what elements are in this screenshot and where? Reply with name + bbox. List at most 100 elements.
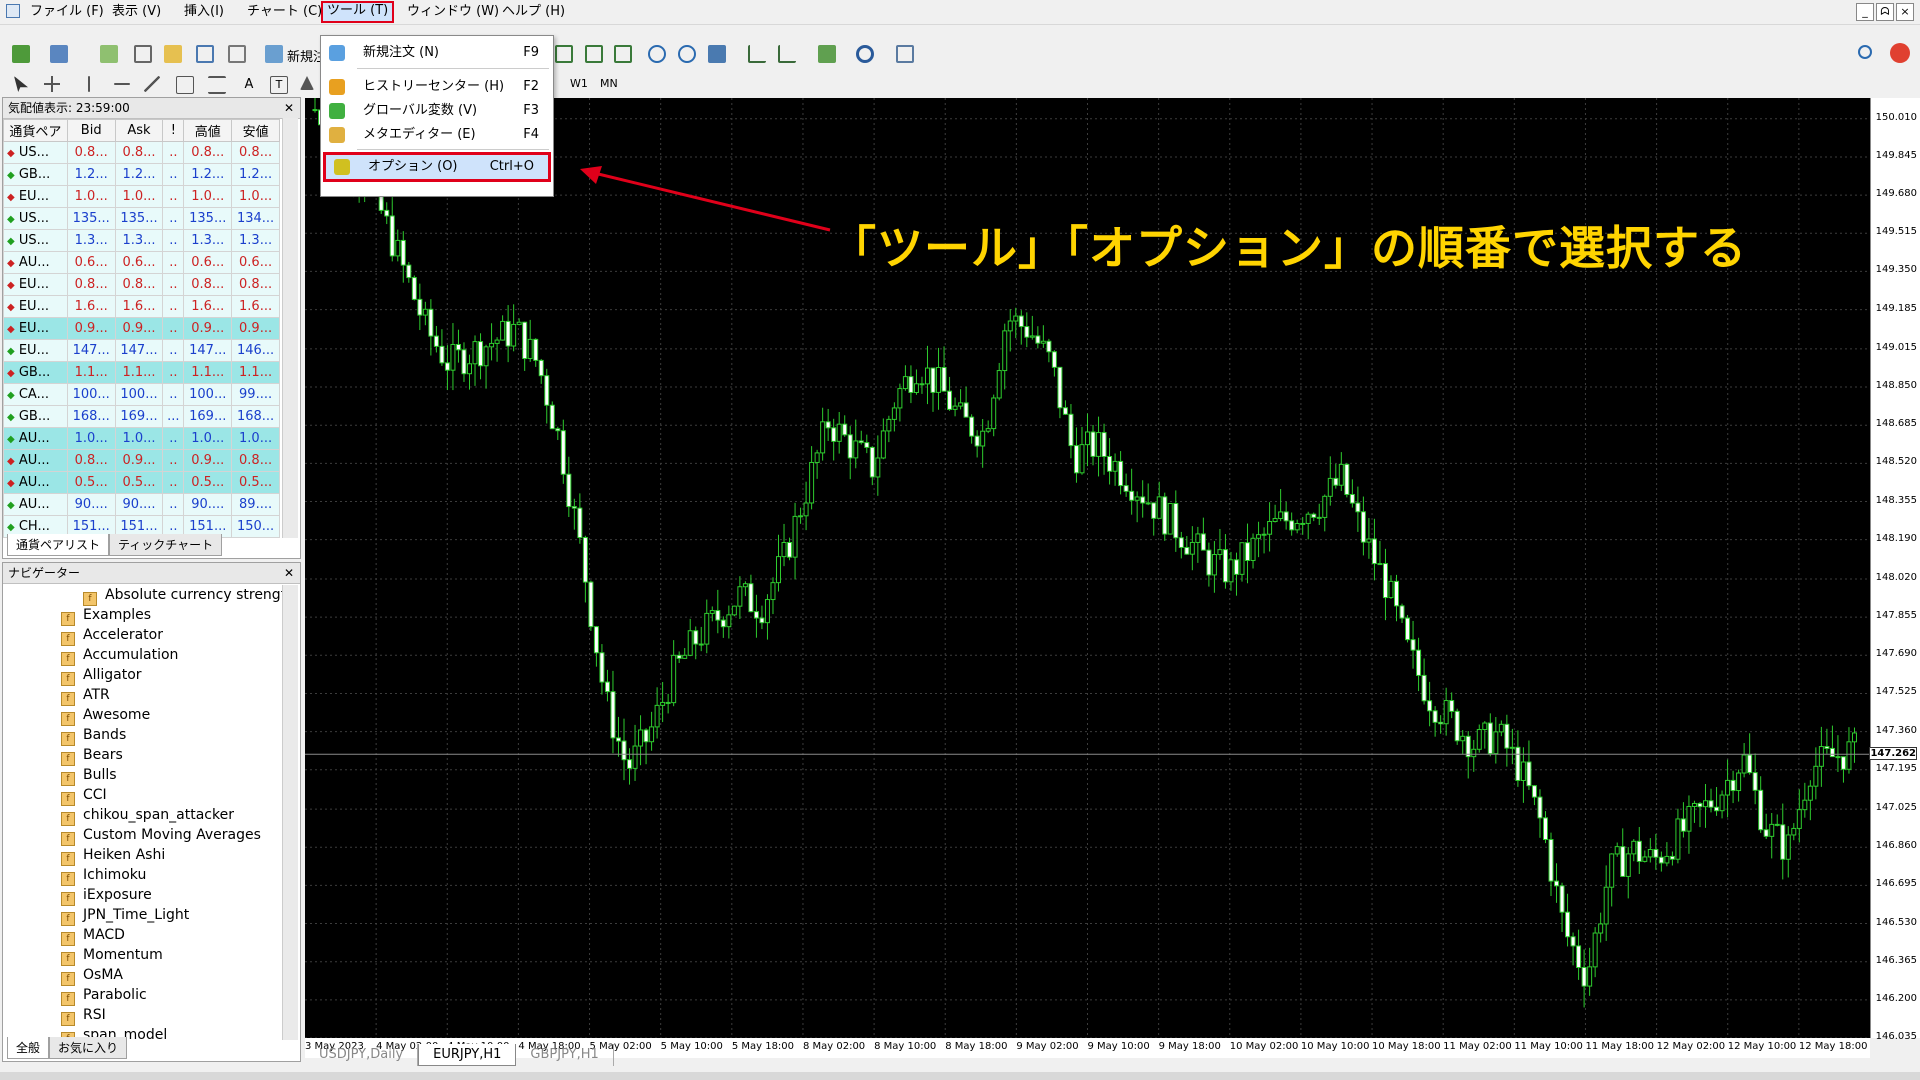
menu-option[interactable]: グローバル変数 (V) F3 [321,99,553,123]
menu-view[interactable]: 表示 (V) [108,3,165,21]
navigator-item[interactable]: f Momentum [61,945,163,966]
terminal-icon[interactable] [196,45,214,63]
navigator-item[interactable]: f MACD [61,925,125,946]
menu-tools[interactable]: ツール (T) [321,1,395,23]
col-low[interactable]: 安値 [231,119,280,142]
navigator-item[interactable]: f Awesome [61,705,150,726]
table-row[interactable]: ◆ AU... 0.8... 0.9..... 0.9... 0.8... [3,449,280,472]
table-row[interactable]: ◆ AU... 90.... 90...... 90.... 89.... [3,493,280,516]
timeframe-w1[interactable]: W1 [570,77,588,90]
navigator-item[interactable]: f Parabolic [61,985,147,1006]
col-ask[interactable]: Ask [114,119,164,142]
tab-favorites[interactable]: お気に入り [49,1037,128,1059]
table-row[interactable]: ◆ AU... 1.0... 1.0..... 1.0... 1.0... [3,427,280,450]
table-row[interactable]: ◆ EU... 0.8... 0.8..... 0.8... 0.8... [3,273,280,296]
menu-option[interactable]: オプション (O) Ctrl+O [323,152,551,182]
close-icon[interactable]: ✕ [284,98,294,118]
col-high[interactable]: 高値 [183,119,233,142]
templates-icon[interactable] [896,45,914,63]
table-row[interactable]: ◆ US... 1.3... 1.3..... 1.3... 1.3... [3,229,280,252]
table-row[interactable]: ◆ US... 135... 135..... 135... 134... [3,207,280,230]
table-row[interactable]: ◆ CA... 100... 100..... 100... 99.... [3,383,280,406]
table-row[interactable]: ◆ AU... 0.5... 0.5..... 0.5... 0.5... [3,471,280,494]
menu-option[interactable]: 新規注文 (N) F9 [321,41,553,65]
notifications-icon[interactable] [1890,43,1910,63]
restore-button[interactable]: ᗣ [1876,3,1894,21]
menu-option[interactable]: ヒストリーセンター (H) F2 [321,75,553,99]
col-bid[interactable]: Bid [66,119,116,142]
navigator-item[interactable]: f Bulls [61,765,117,786]
market-watch-scrollbar[interactable] [282,118,298,538]
new-order-icon[interactable] [265,45,283,63]
arrows-icon[interactable] [300,76,314,90]
navigator-item[interactable]: f Custom Moving Averages [61,825,261,846]
col-symbol[interactable]: 通貨ペア [3,119,68,142]
menu-chart[interactable]: チャート (C) [243,3,326,21]
table-row[interactable]: ◆ GB... 1.1... 1.1..... 1.1... 1.1... [3,361,280,384]
navigator-item[interactable]: f JPN_Time_Light [61,905,189,926]
channel-icon[interactable] [176,76,194,94]
navigator-item[interactable]: f Heiken Ashi [61,845,165,866]
navigator-item[interactable]: f iExposure [61,885,152,906]
fibonacci-icon[interactable] [208,76,226,94]
navigator-item[interactable]: f Bands [61,725,126,746]
text-label-icon[interactable]: T [270,76,288,94]
navigator-scrollbar[interactable] [282,585,298,1040]
table-row[interactable]: ◆ EU... 0.9... 0.9..... 0.9... 0.9... [3,317,280,340]
navigator-item[interactable]: f RSI [61,1005,106,1026]
close-button[interactable]: × [1896,3,1914,21]
menu-option[interactable]: メタエディター (E) F4 [321,123,553,147]
table-row[interactable]: ◆ EU... 1.0... 1.0..... 1.0... 1.0... [3,185,280,208]
close-icon[interactable]: ✕ [284,563,294,583]
navigator-item[interactable]: f Alligator [61,665,142,686]
chart-shift-icon[interactable] [748,45,766,63]
text-icon[interactable]: A [240,76,258,94]
navigator-item[interactable]: f Ichimoku [61,865,146,886]
market-watch-icon[interactable] [100,45,118,63]
menu-help[interactable]: ヘルプ (H) [498,3,569,21]
tile-windows-icon[interactable] [708,45,726,63]
profiles-icon[interactable] [50,45,68,63]
chart-tab[interactable]: EURJPY,H1 [418,1044,517,1066]
crosshair-icon[interactable] [134,45,152,63]
zoom-in-icon[interactable] [648,45,666,63]
tab-common[interactable]: 全般 [7,1037,50,1059]
timeframe-mn[interactable]: MN [600,77,618,90]
navigator-item[interactable]: f Bears [61,745,123,766]
periods-icon[interactable] [856,45,874,63]
search-icon[interactable] [1858,45,1872,59]
candle-chart-icon[interactable] [585,45,603,63]
crosshair-tool-icon[interactable] [44,76,60,92]
indicators-icon[interactable] [818,45,836,63]
navigator-icon[interactable] [164,45,182,63]
zoom-out-icon[interactable] [678,45,696,63]
table-row[interactable]: ◆ AU... 0.6... 0.6..... 0.6... 0.6... [3,251,280,274]
navigator-item[interactable]: f Examples [61,605,151,626]
tab-tick-chart[interactable]: ティックチャート [109,534,223,556]
autoscroll-icon[interactable] [778,45,796,63]
menu-window[interactable]: ウィンドウ (W) [403,3,503,21]
chart-tab[interactable]: USDJPY,Daily [305,1044,419,1066]
navigator-item[interactable]: f CCI [61,785,107,806]
new-chart-icon[interactable] [12,45,30,63]
tab-symbols[interactable]: 通貨ペアリスト [7,534,110,556]
navigator-item[interactable]: f OsMA [61,965,123,986]
table-row[interactable]: ◆ GB... 168... 169...... 169... 168... [3,405,280,428]
menu-insert[interactable]: 挿入(I) [180,3,228,21]
cursor-icon[interactable] [14,76,28,92]
navigator-item[interactable]: f chikou_span_attacker [61,805,234,826]
navigator-item[interactable]: f ATR [61,685,110,706]
navigator-item[interactable]: f Accelerator [61,625,163,646]
chart-tab[interactable]: GBPJPY,H1 [516,1044,614,1066]
minimize-button[interactable]: _ [1856,3,1874,21]
menu-file[interactable]: ファイル (F) [26,3,108,21]
navigator-item[interactable]: f Accumulation [61,645,178,666]
table-row[interactable]: ◆ US... 0.8... 0.8..... 0.8... 0.8... [3,141,280,164]
table-row[interactable]: ◆ GB... 1.2... 1.2..... 1.2... 1.2... [3,163,280,186]
bar-chart-icon[interactable] [555,45,573,63]
navigator-item[interactable]: f Absolute currency strength [83,585,283,606]
line-chart-icon[interactable] [614,45,632,63]
col-spread[interactable]: ! [162,119,185,142]
vertical-line-icon[interactable] [88,76,90,92]
horizontal-line-icon[interactable] [114,83,130,85]
